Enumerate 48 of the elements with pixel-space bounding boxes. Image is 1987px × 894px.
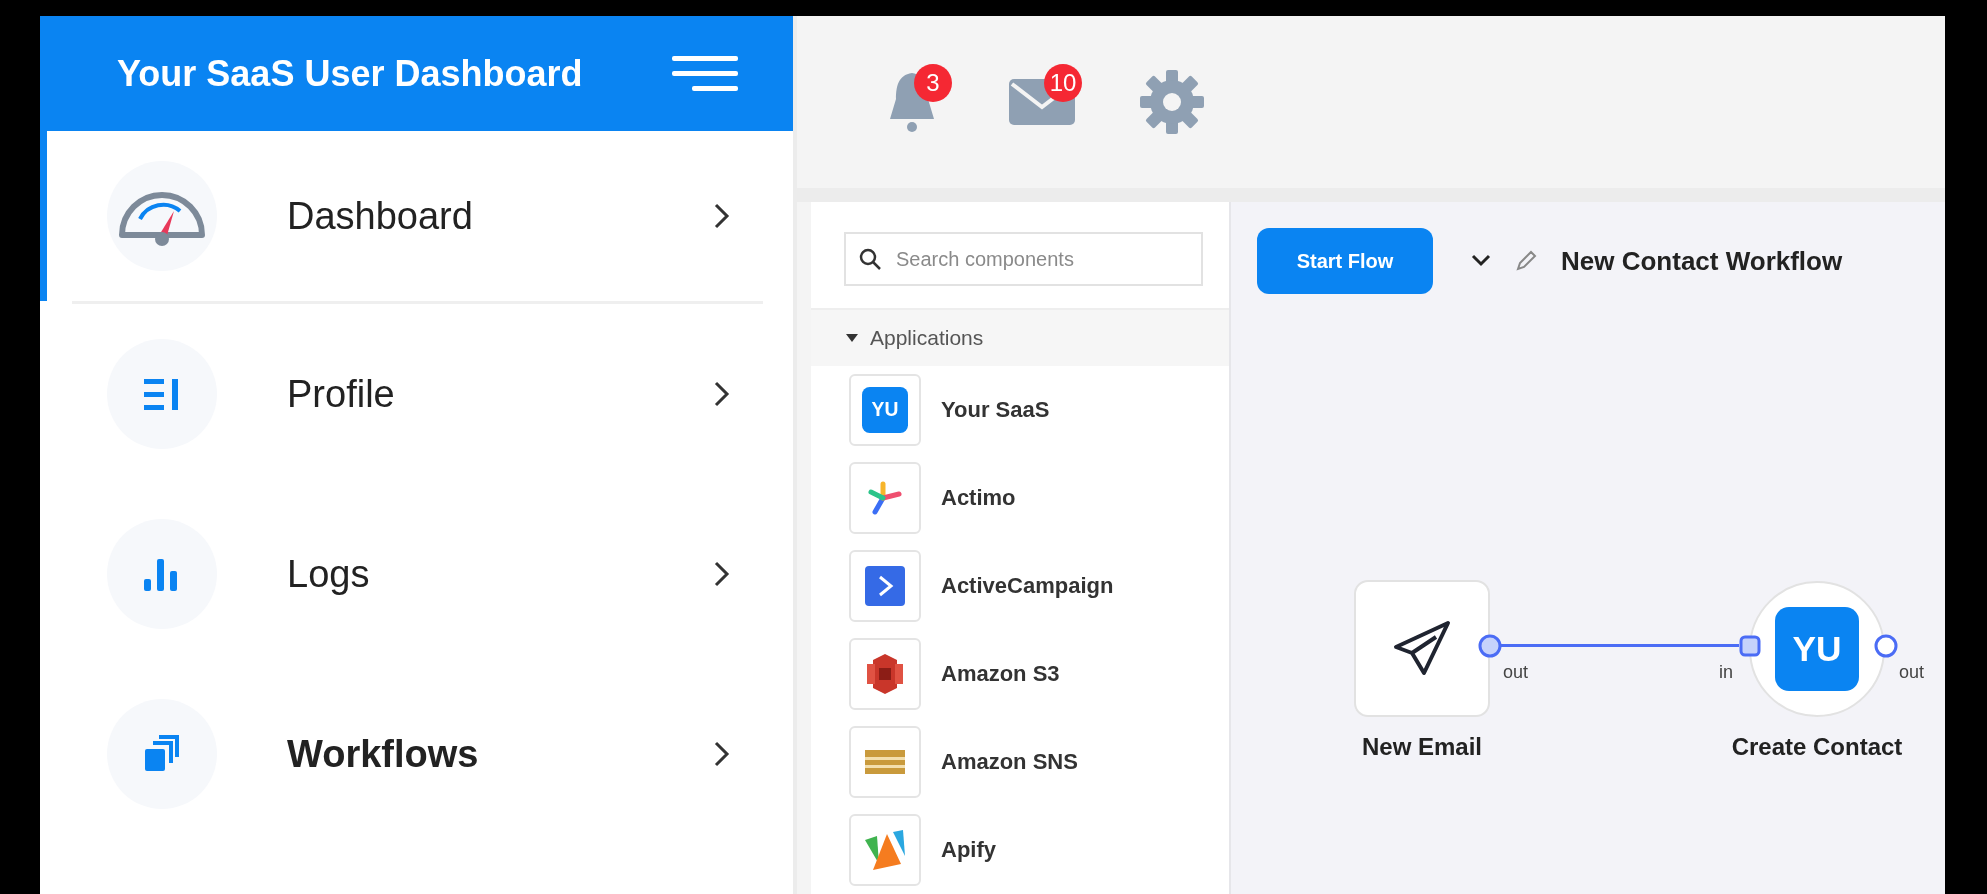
logo-tile[interactable] (849, 726, 921, 798)
output-port[interactable] (1477, 633, 1503, 659)
node-label: New Email (1360, 733, 1483, 761)
action-node[interactable]: YU (1749, 581, 1885, 717)
sidebar-item[interactable]: Workflows (40, 664, 793, 844)
start-flow-button[interactable]: Start Flow (1257, 228, 1433, 294)
app-logo (865, 830, 905, 870)
app-name[interactable]: ActiveCampaign (941, 573, 1114, 599)
stacked-pages-icon (145, 735, 179, 773)
count-badge: 3 (914, 64, 952, 102)
applications-group[interactable]: Applications (811, 308, 1229, 366)
search-field[interactable]: Search components (844, 232, 1203, 286)
app-name[interactable]: Amazon SNS (941, 749, 1078, 775)
logo-tile[interactable] (849, 814, 921, 886)
menu-icon[interactable] (672, 55, 738, 92)
dashboard-title: Your SaaS User Dashboard (117, 52, 583, 95)
app-name[interactable]: Your SaaS (941, 397, 1050, 423)
port-label: out (1899, 662, 1925, 683)
output-port[interactable] (1873, 633, 1899, 659)
sidebar-item[interactable]: Profile (40, 304, 793, 484)
app-name[interactable]: Actimo (941, 485, 1016, 511)
logo-tile[interactable]: YU (849, 374, 921, 446)
app-logo (867, 654, 903, 694)
list-icon (144, 377, 180, 411)
app-logo (867, 480, 903, 516)
app-logo: YU (862, 387, 908, 433)
trigger-node[interactable] (1354, 580, 1490, 717)
sidebar-item[interactable]: Logs (40, 484, 793, 664)
app-logo (865, 750, 905, 774)
logo-tile[interactable] (849, 550, 921, 622)
workflow-title: New Contact Workflow (1561, 245, 1843, 277)
caret-icon (846, 334, 858, 342)
app-logo (865, 566, 905, 606)
logo-tile[interactable] (849, 638, 921, 710)
input-port[interactable] (1737, 633, 1763, 659)
app-logo: YU (1775, 607, 1859, 691)
pencil-icon[interactable] (1515, 250, 1537, 272)
group-label: Applications (870, 326, 984, 350)
port-label: out (1503, 662, 1529, 683)
settings-icon[interactable] (1140, 70, 1204, 134)
port-label: in (1719, 662, 1733, 683)
count-badge: 10 (1044, 64, 1082, 102)
app-name[interactable]: Amazon S3 (941, 661, 1060, 687)
node-label: Create Contact (1730, 733, 1904, 761)
search-icon (858, 247, 882, 271)
app-name[interactable]: Apify (941, 837, 996, 863)
chevron-down-icon[interactable] (1471, 254, 1491, 268)
logo-tile[interactable] (849, 462, 921, 534)
